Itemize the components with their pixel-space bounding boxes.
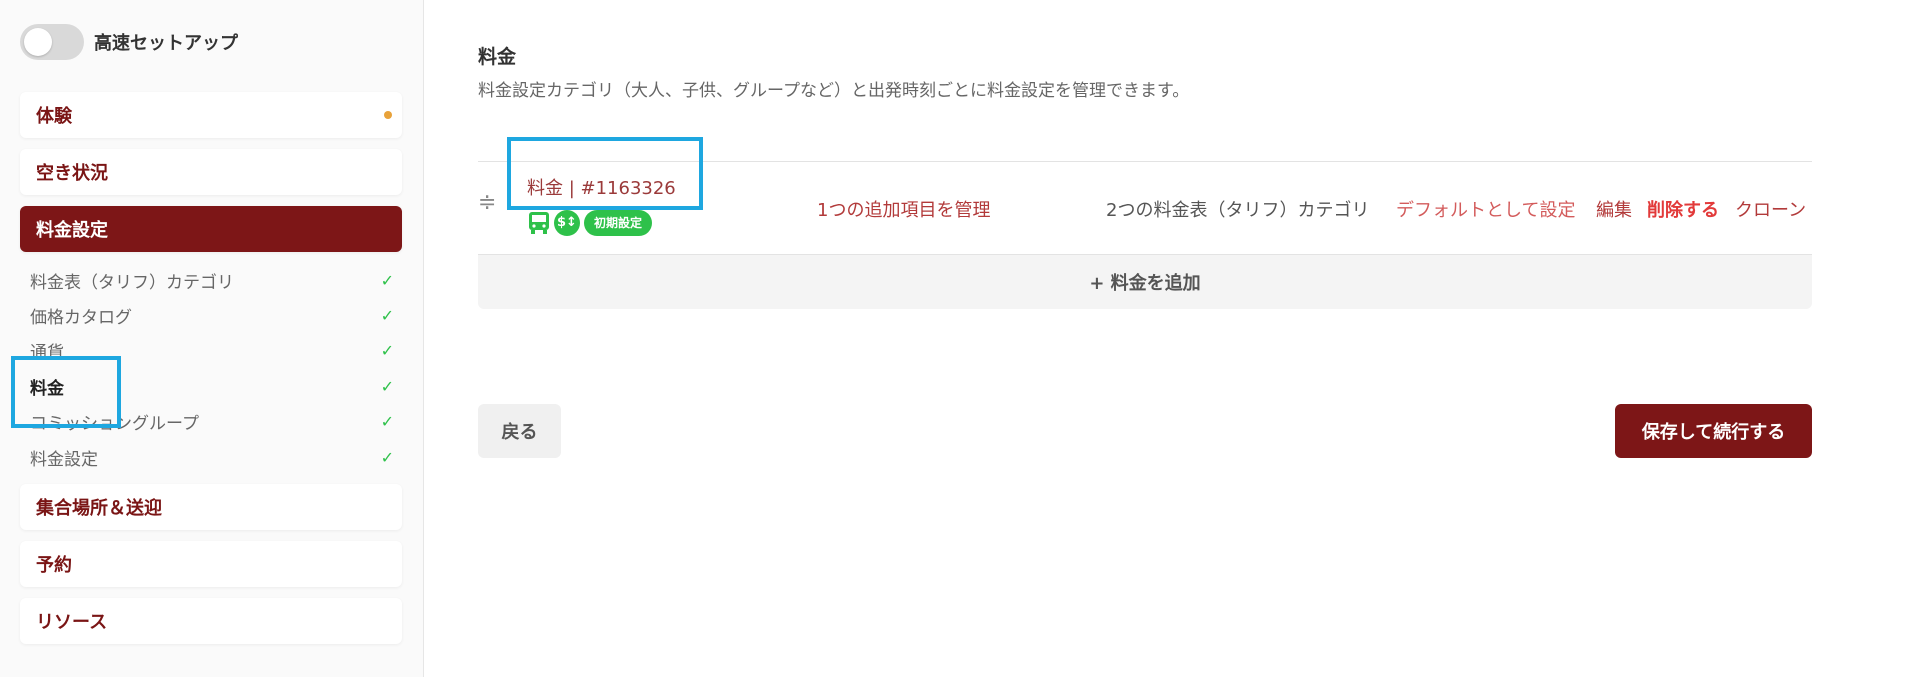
sidebar-subitem-price-settings[interactable]: 料金設定 ✓ xyxy=(30,442,394,472)
page-title: 料金 xyxy=(478,46,517,68)
subitem-label: 料金表（タリフ）カテゴリ xyxy=(30,272,234,293)
price-badges: $↕ 初期設定 xyxy=(526,210,653,236)
sidebar-section-resources[interactable]: リソース xyxy=(20,598,402,644)
check-icon: ✓ xyxy=(380,270,394,290)
delete-link[interactable]: 削除する xyxy=(1647,196,1719,222)
sidebar-section-booking[interactable]: 予約 xyxy=(20,541,402,587)
toggle-knob xyxy=(24,28,52,56)
section-label: 体験 xyxy=(36,106,72,127)
check-icon: ✓ xyxy=(380,340,394,360)
sidebar: 高速セットアップ 体験 空き状況 料金設定 料金表（タリフ）カテゴリ ✓ 価格カ… xyxy=(0,0,424,677)
quick-setup-toggle[interactable] xyxy=(20,24,84,60)
section-label: 集合場所＆送迎 xyxy=(36,498,162,519)
subitem-label: 料金設定 xyxy=(30,449,98,470)
set-default-link[interactable]: デフォルトとして設定 xyxy=(1396,196,1575,222)
manage-addons-link[interactable]: 1つの追加項目を管理 xyxy=(817,196,990,222)
sidebar-section-meeting-transfer[interactable]: 集合場所＆送迎 xyxy=(20,484,402,530)
check-icon: ✓ xyxy=(380,447,394,467)
edit-link[interactable]: 編集 xyxy=(1596,196,1632,222)
section-label: 予約 xyxy=(36,555,72,576)
drag-handle-icon[interactable]: ≑ xyxy=(478,192,502,214)
tariff-category-count: 2つの料金表（タリフ）カテゴリ xyxy=(1106,200,1370,221)
page-description: 料金設定カテゴリ（大人、子供、グループなど）と出発時刻ごとに料金設定を管理できま… xyxy=(478,81,1190,101)
clone-link[interactable]: クローン xyxy=(1735,196,1806,222)
bus-icon xyxy=(526,210,552,236)
highlight-box-price xyxy=(507,137,703,210)
initial-setting-badge: 初期設定 xyxy=(584,210,653,236)
status-dot xyxy=(384,111,392,119)
add-price-button[interactable]: + 料金を追加 xyxy=(478,255,1812,309)
quick-setup-label: 高速セットアップ xyxy=(94,33,238,54)
sidebar-subitem-price-catalog[interactable]: 価格カタログ ✓ xyxy=(30,300,394,330)
bus-icon-svg xyxy=(529,212,549,234)
check-icon: ✓ xyxy=(380,305,394,325)
section-label: 料金設定 xyxy=(36,220,108,241)
sidebar-section-experience[interactable]: 体験 xyxy=(20,92,402,138)
sidebar-section-pricing-settings[interactable]: 料金設定 xyxy=(20,206,402,252)
check-icon: ✓ xyxy=(380,376,394,396)
section-label: リソース xyxy=(36,612,108,633)
back-button[interactable]: 戻る xyxy=(478,404,561,458)
section-label: 空き状況 xyxy=(36,163,108,184)
check-icon: ✓ xyxy=(380,411,394,431)
money-icon: $↕ xyxy=(554,210,580,236)
sidebar-subitem-tariff-category[interactable]: 料金表（タリフ）カテゴリ ✓ xyxy=(30,265,394,295)
quick-setup-row: 高速セットアップ xyxy=(20,24,238,60)
highlight-box-sidebar xyxy=(11,356,121,428)
subitem-label: 価格カタログ xyxy=(30,307,132,328)
sidebar-section-availability[interactable]: 空き状況 xyxy=(20,149,402,195)
save-and-continue-button[interactable]: 保存して続行する xyxy=(1615,404,1812,458)
